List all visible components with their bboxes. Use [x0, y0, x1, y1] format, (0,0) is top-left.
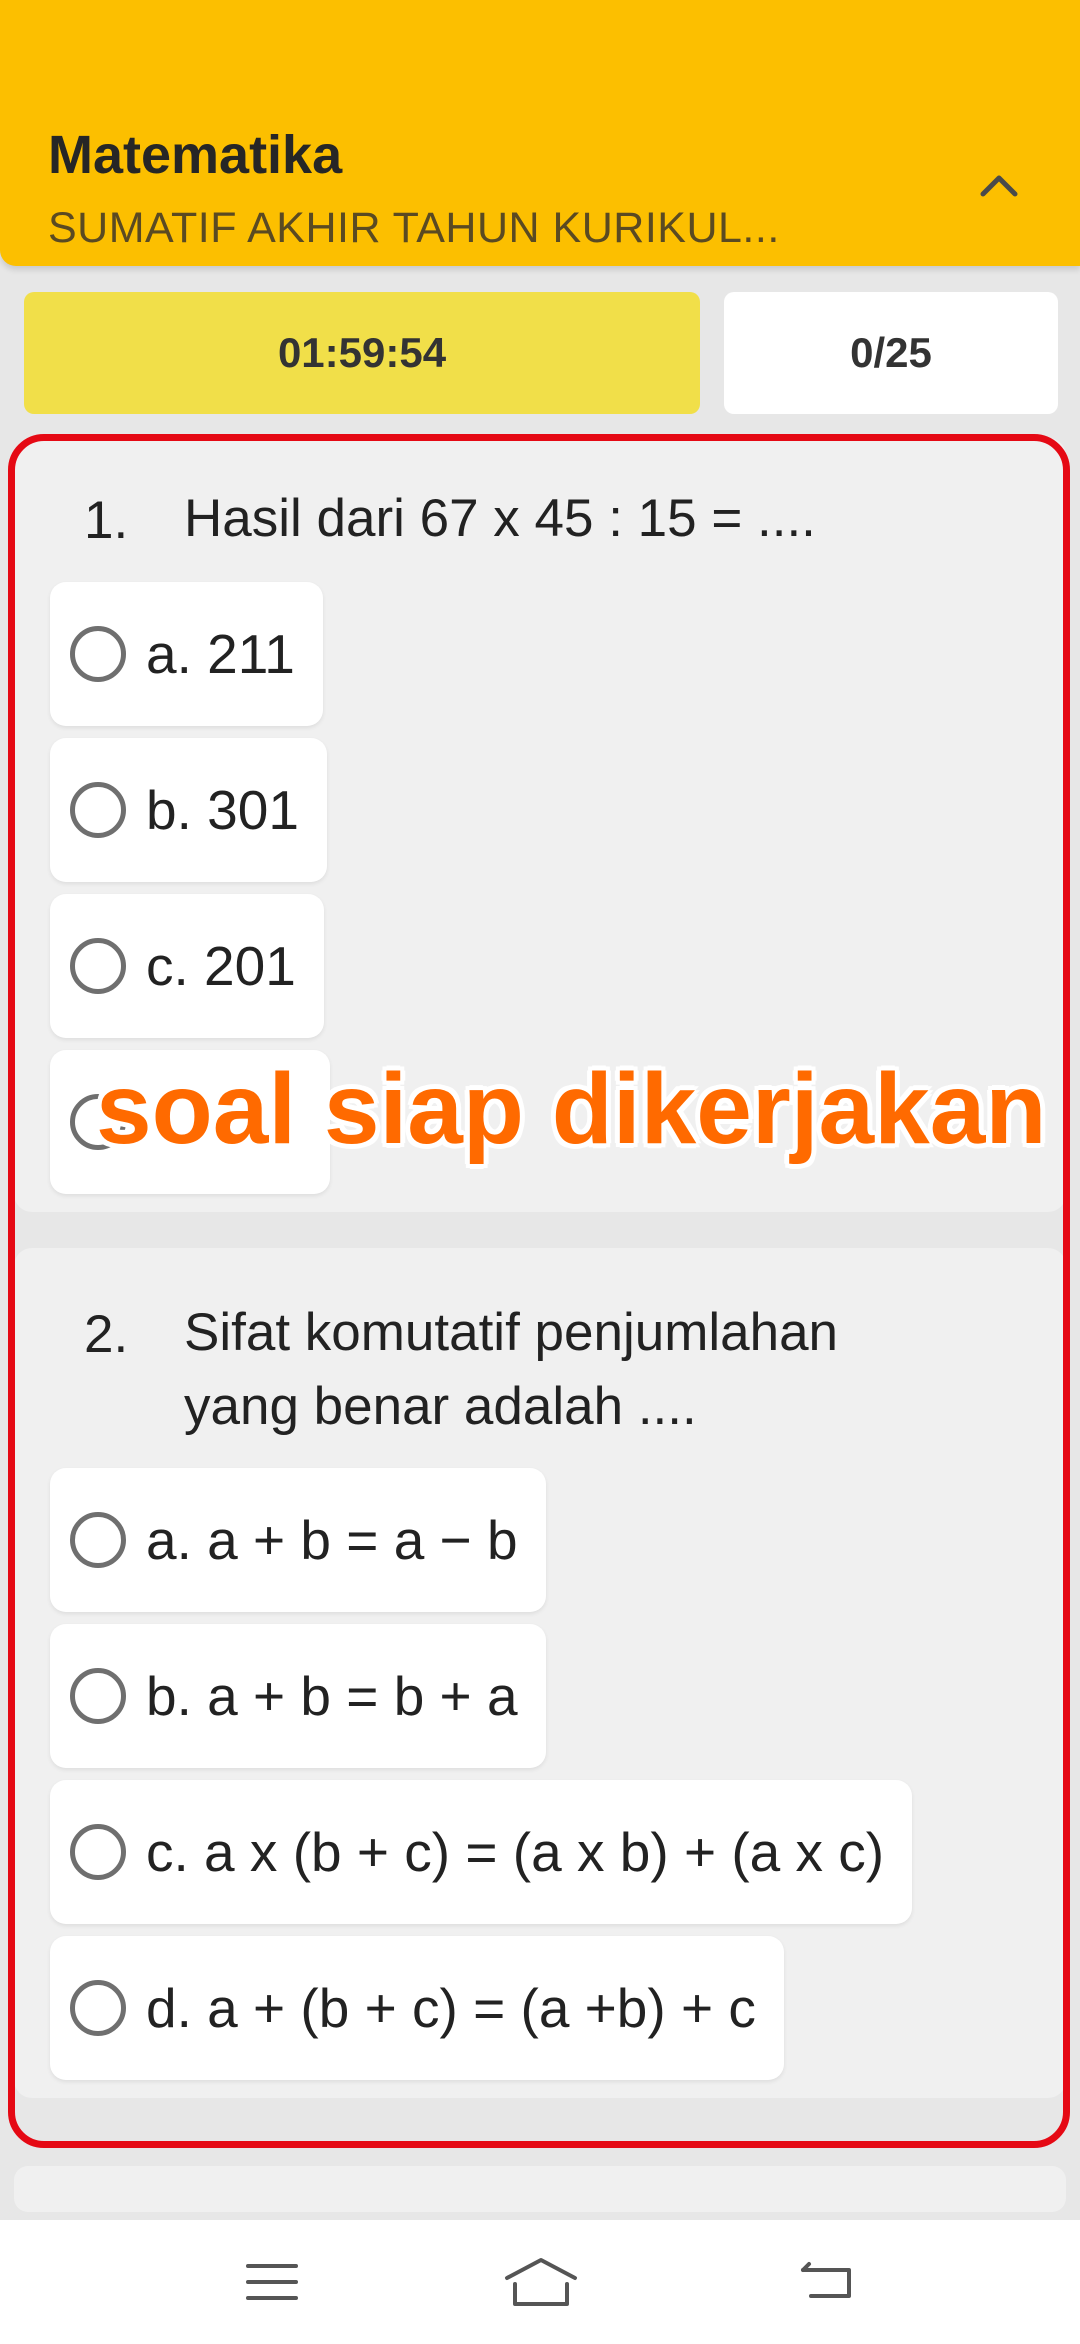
option-label: d. a + (b + c) = (a +b) + c — [146, 1977, 756, 2039]
question-text-line-2: yang benar adalah .... — [184, 1377, 697, 1436]
option-d[interactable]: d. a + (b + c) = (a +b) + c — [50, 1936, 784, 2080]
subject-title: Matematika — [48, 125, 343, 185]
radio-button[interactable] — [70, 1824, 126, 1880]
back-icon — [801, 2262, 851, 2298]
question-text: Hasil dari 67 x 45 : 15 = .... — [184, 489, 816, 548]
option-c[interactable]: c. 201 — [50, 894, 324, 1038]
question-card-2: 2. Sifat komutatif penjumlahan yang bena… — [14, 1248, 1066, 2098]
radio-button[interactable] — [70, 782, 126, 838]
radio-button[interactable] — [70, 1512, 126, 1568]
question-text-line-1: Sifat komutatif penjumlahan — [184, 1303, 839, 1362]
home-icon — [505, 2258, 577, 2306]
home-button[interactable] — [486, 2242, 596, 2322]
option-label: c. 201 — [146, 935, 296, 997]
system-navigation-bar — [0, 2220, 1080, 2344]
option-label: a. a + b = a − b — [146, 1509, 518, 1571]
question-number: 1. — [84, 491, 129, 550]
option-b[interactable]: b. a + b = b + a — [50, 1624, 546, 1768]
back-button[interactable] — [772, 2242, 882, 2322]
exam-subtitle: SUMATIF AKHIR TAHUN KURIKUL... — [48, 204, 780, 252]
chevron-up-icon — [980, 175, 1018, 197]
question-number: 2. — [84, 1305, 129, 1364]
option-c[interactable]: c. a x (b + c) = (a x b) + (a x c) — [50, 1780, 913, 1924]
option-b[interactable]: b. 301 — [50, 738, 327, 882]
app-header: Matematika SUMATIF AKHIR TAHUN KURIKUL..… — [0, 0, 1080, 266]
option-label: b. 301 — [146, 779, 299, 841]
collapse-button[interactable] — [966, 152, 1032, 218]
option-label: a. 211 — [146, 623, 295, 685]
radio-button[interactable] — [70, 1668, 126, 1724]
countdown-timer: 01:59:54 — [24, 292, 700, 414]
option-label: b. a + b = b + a — [146, 1665, 518, 1727]
menu-button[interactable] — [217, 2242, 327, 2322]
overlay-caption: soal siap dikerjakan — [96, 1053, 1047, 1165]
radio-button[interactable] — [70, 938, 126, 994]
option-a[interactable]: a. a + b = a − b — [50, 1468, 546, 1612]
option-a[interactable]: a. 211 — [50, 582, 323, 726]
answered-counter: 0/25 — [724, 292, 1058, 414]
radio-button[interactable] — [70, 626, 126, 682]
radio-button[interactable] — [70, 1980, 126, 2036]
option-label: c. a x (b + c) = (a x b) + (a x c) — [146, 1821, 885, 1883]
next-card-peek — [14, 2166, 1066, 2212]
menu-icon — [246, 2264, 298, 2300]
